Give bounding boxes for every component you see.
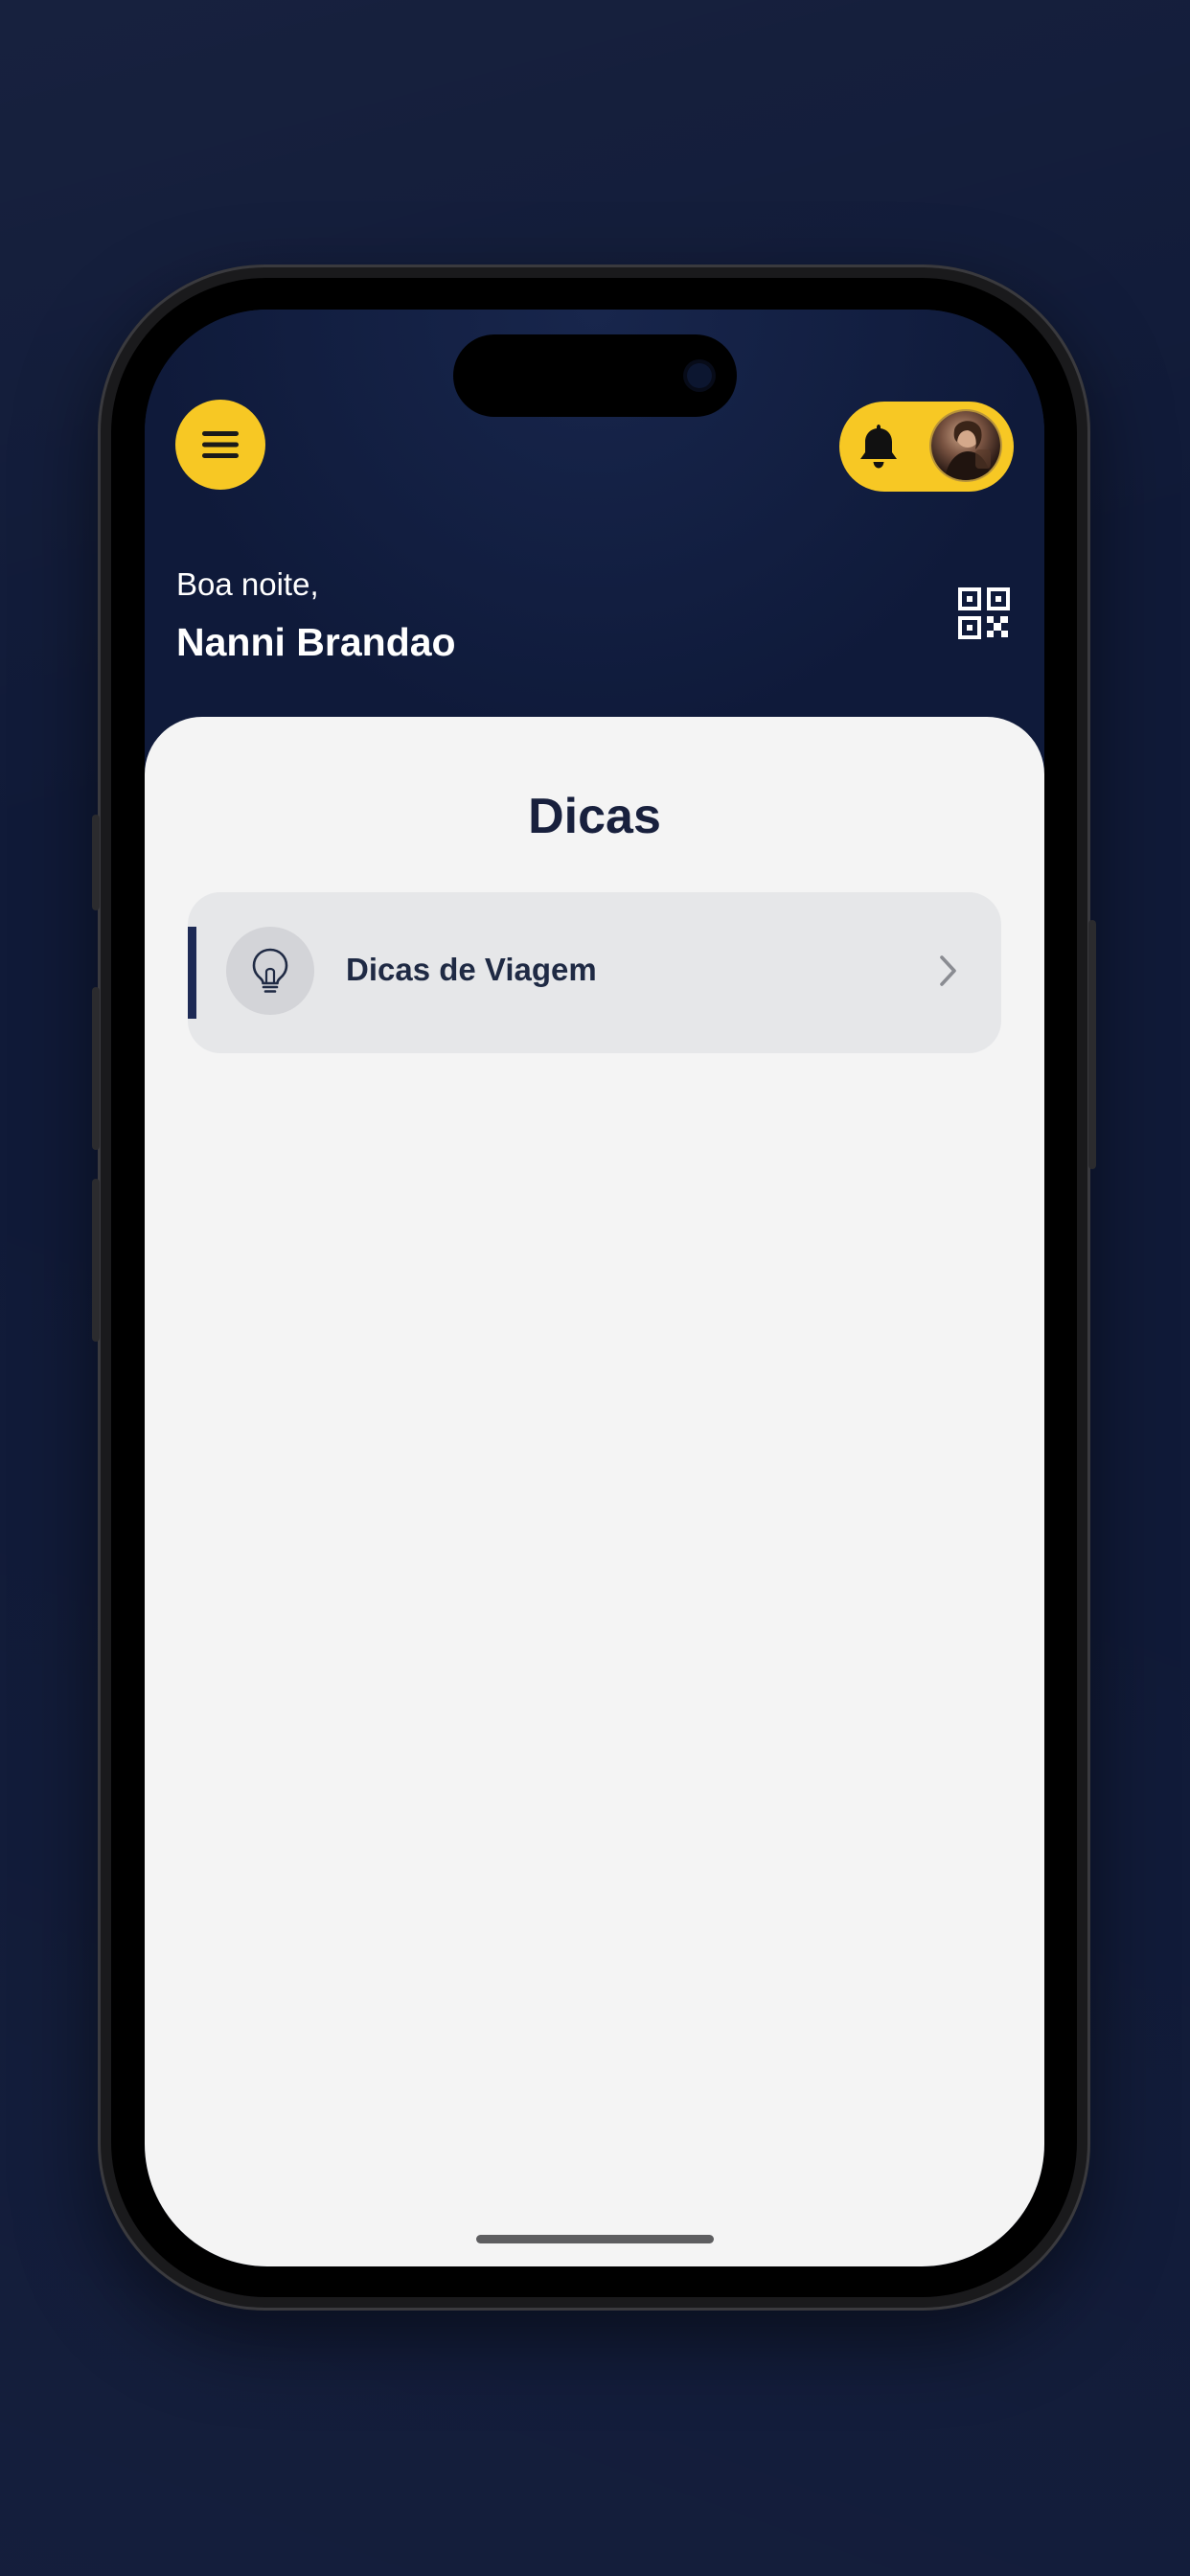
app-screen: Boa noite, Nanni Brandao Dicas Dicas de … — [145, 310, 1044, 2266]
item-icon-circle — [226, 927, 314, 1015]
phone-power-button — [1088, 920, 1096, 1169]
phone-side-button — [92, 815, 100, 910]
chevron-right-icon — [940, 955, 956, 986]
content-sheet: Dicas Dicas de Viagem — [145, 717, 1044, 2266]
list-item-label: Dicas de Viagem — [346, 952, 597, 987]
qr-code-icon[interactable] — [958, 587, 1010, 639]
phone-side-button — [92, 1179, 100, 1342]
dynamic-island — [453, 334, 737, 417]
hamburger-menu-icon — [202, 431, 239, 458]
phone-side-button — [92, 987, 100, 1150]
notifications-profile-pill — [839, 402, 1014, 492]
menu-button[interactable] — [175, 400, 265, 490]
bell-icon[interactable] — [855, 421, 903, 472]
list-item-dicas-de-viagem[interactable]: Dicas de Viagem — [188, 892, 1001, 1053]
avatar-image — [945, 421, 991, 480]
lightbulb-icon — [252, 948, 288, 993]
user-name: Nanni Brandao — [176, 620, 456, 664]
item-accent-bar — [188, 927, 196, 1019]
front-camera — [687, 363, 712, 388]
home-indicator[interactable] — [476, 2235, 714, 2243]
user-avatar[interactable] — [931, 411, 1000, 480]
page-title: Dicas — [528, 789, 661, 844]
greeting-text: Boa noite, — [176, 566, 319, 602]
